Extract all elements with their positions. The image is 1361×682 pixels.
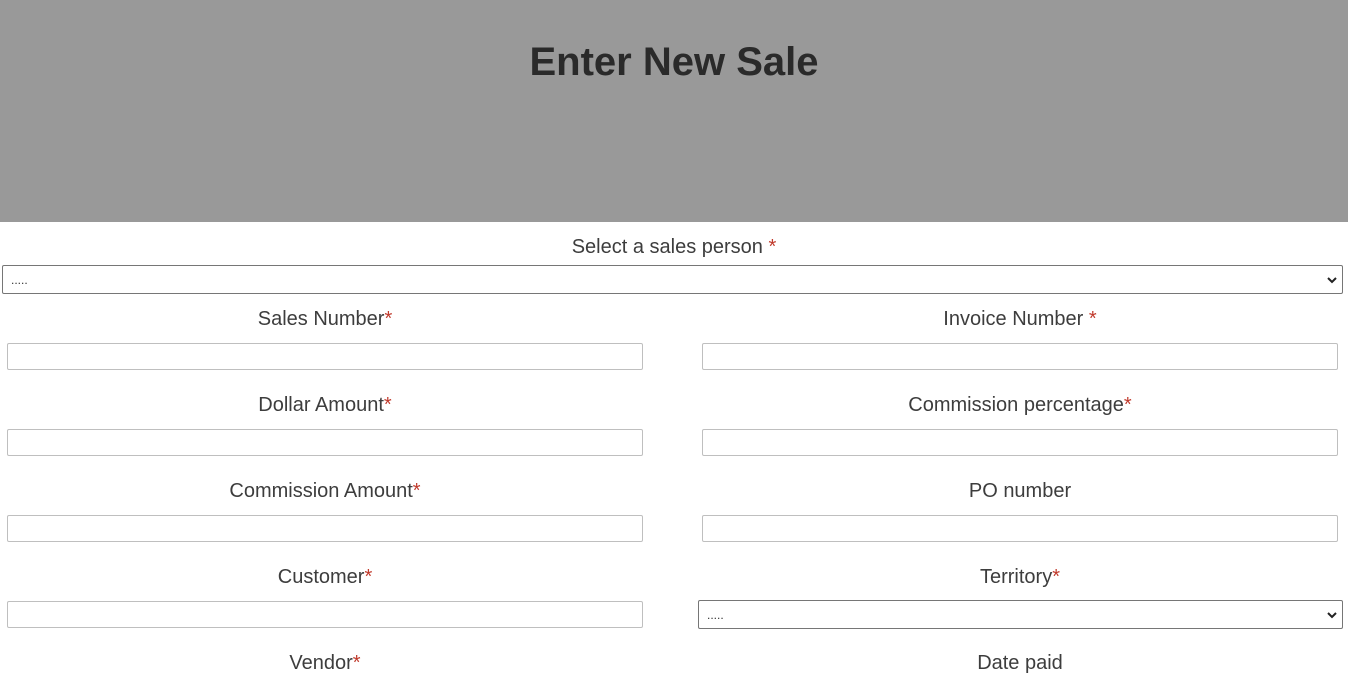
sales-number-label: Sales Number* <box>257 308 393 330</box>
required-marker: * <box>383 394 392 416</box>
page-header: Enter New Sale <box>0 0 1348 222</box>
page-title: Enter New Sale <box>529 40 819 84</box>
customer-label: Customer* <box>277 566 373 588</box>
commission-amount-label: Commission Amount* <box>229 480 421 502</box>
territory-label: Territory* <box>979 566 1061 588</box>
territory-select[interactable]: ..... <box>698 600 1343 629</box>
sales-person-select[interactable]: ..... <box>2 265 1343 294</box>
commission-amount-input[interactable] <box>7 515 643 542</box>
sales-person-selected-value: ..... <box>11 273 28 287</box>
sales-person-label: Select a sales person * <box>571 236 777 258</box>
commission-percentage-input[interactable] <box>702 429 1338 456</box>
required-marker: * <box>352 652 361 674</box>
sales-number-input[interactable] <box>7 343 643 370</box>
required-marker: * <box>1052 566 1061 588</box>
required-marker: * <box>412 480 421 502</box>
chevron-down-icon <box>1327 277 1337 284</box>
required-marker: * <box>1123 394 1132 416</box>
po-number-label: PO number <box>968 480 1072 502</box>
required-marker: * <box>384 308 393 330</box>
territory-selected-value: ..... <box>707 608 724 622</box>
chevron-down-icon <box>1327 612 1337 619</box>
invoice-number-label: Invoice Number * <box>943 308 1097 330</box>
date-paid-label: Date paid <box>977 652 1063 674</box>
po-number-input[interactable] <box>702 515 1338 542</box>
vendor-label: Vendor* <box>289 652 361 674</box>
dollar-amount-label: Dollar Amount* <box>258 394 392 416</box>
customer-input[interactable] <box>7 601 643 628</box>
required-marker: * <box>768 236 777 258</box>
commission-percentage-label: Commission percentage* <box>908 394 1132 416</box>
required-marker: * <box>1088 308 1097 330</box>
invoice-number-input[interactable] <box>702 343 1338 370</box>
dollar-amount-input[interactable] <box>7 429 643 456</box>
required-marker: * <box>364 566 373 588</box>
